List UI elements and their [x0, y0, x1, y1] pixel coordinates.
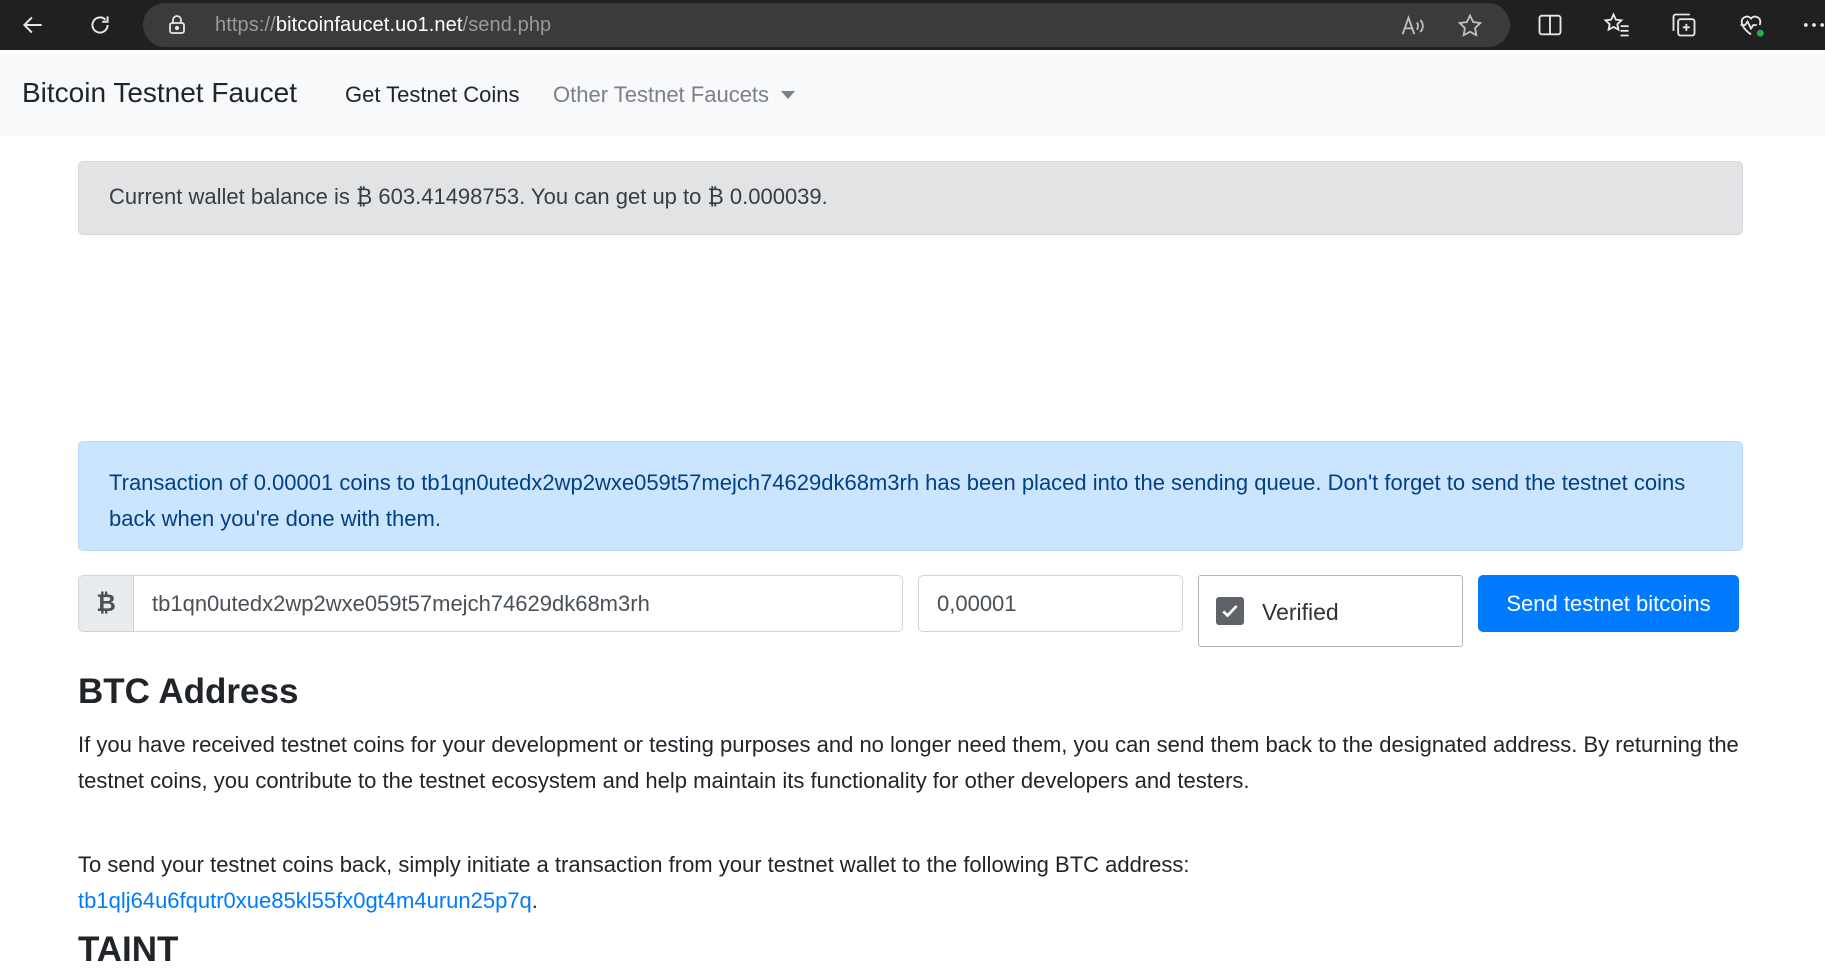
btc-address-heading: BTC Address: [78, 672, 299, 711]
browser-toolbar: https://bitcoinfaucet.uo1.net/send.php: [0, 0, 1825, 50]
favorite-star-icon[interactable]: [1456, 12, 1484, 40]
nav-other-faucets-label: Other Testnet Faucets: [553, 82, 770, 107]
back-button[interactable]: [8, 0, 58, 50]
return-address-period: .: [531, 888, 538, 913]
captcha-widget[interactable]: Verified: [1198, 575, 1463, 647]
transaction-queued-alert: Transaction of 0.00001 coins to tb1qn0ut…: [78, 441, 1743, 551]
refresh-icon: [91, 16, 109, 34]
read-aloud-icon[interactable]: [1398, 12, 1426, 40]
back-arrow-icon: [22, 16, 42, 34]
transaction-queued-text: Transaction of 0.00001 coins to tb1qn0ut…: [109, 470, 1686, 531]
site-navbar: Bitcoin Testnet Faucet Get Testnet Coins…: [0, 54, 1825, 136]
bitcoin-symbol-prefix: ₿: [78, 575, 134, 632]
split-screen-icon[interactable]: [1536, 11, 1564, 39]
captcha-checkbox[interactable]: [1216, 597, 1244, 625]
url-path: /send.php: [462, 14, 552, 36]
url-text: https://bitcoinfaucet.uo1.net/send.php: [215, 14, 551, 37]
collections-icon[interactable]: [1670, 11, 1698, 39]
return-coins-text: If you have received testnet coins for y…: [78, 732, 1739, 793]
return-coins-paragraph: If you have received testnet coins for y…: [78, 727, 1758, 799]
send-testnet-bitcoins-button[interactable]: Send testnet bitcoins: [1478, 575, 1739, 632]
return-address-link[interactable]: tb1qlj64u6fqutr0xue85kl55fx0gt4m4urun25p…: [78, 888, 532, 913]
wallet-balance-text: Current wallet balance is ₿ 603.41498753…: [109, 184, 828, 209]
send-back-text: To send your testnet coins back, simply …: [78, 852, 1190, 877]
address-bar[interactable]: https://bitcoinfaucet.uo1.net/send.php: [143, 3, 1510, 47]
url-host: bitcoinfaucet.uo1.net: [275, 14, 463, 36]
favorites-icon[interactable]: [1603, 11, 1631, 39]
url-scheme: https://: [215, 14, 276, 36]
bitcoin-icon: ₿: [96, 589, 116, 617]
amount-input[interactable]: [918, 575, 1183, 632]
next-section-heading: TAINT: [78, 930, 179, 969]
checkmark-icon: [1222, 605, 1238, 618]
brand-link[interactable]: Bitcoin Testnet Faucet: [22, 77, 297, 109]
nav-get-testnet-coins[interactable]: Get Testnet Coins: [345, 82, 519, 108]
btc-address-input[interactable]: [133, 575, 903, 632]
captcha-verified-label: Verified: [1262, 599, 1339, 625]
caret-down-icon: [781, 91, 796, 99]
more-menu-icon[interactable]: [1800, 11, 1825, 39]
refresh-button[interactable]: [75, 0, 125, 50]
send-back-paragraph: To send your testnet coins back, simply …: [78, 847, 1758, 919]
wallet-balance-alert: Current wallet balance is ₿ 603.41498753…: [78, 161, 1743, 235]
lock-icon: [169, 15, 185, 34]
nav-other-faucets-dropdown[interactable]: Other Testnet Faucets: [553, 82, 796, 108]
health-icon[interactable]: [1737, 11, 1765, 39]
